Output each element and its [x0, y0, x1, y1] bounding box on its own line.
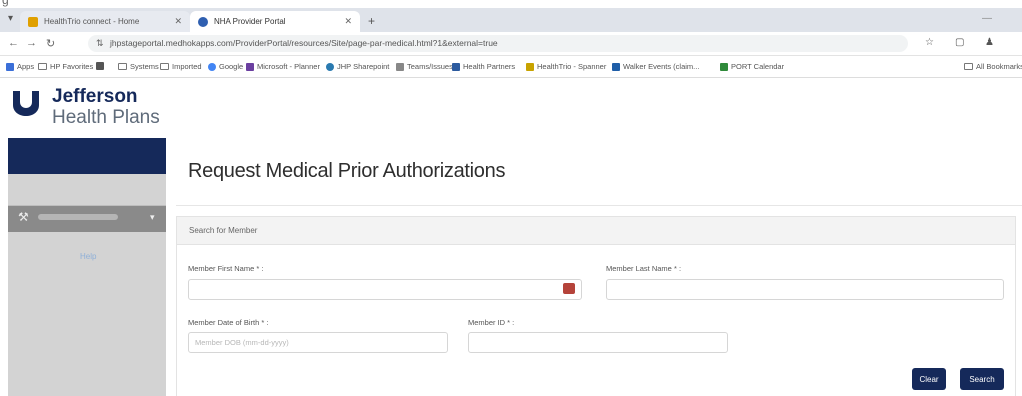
- tab-title: HealthTrio connect - Home: [44, 17, 140, 26]
- health-partners-icon: [452, 62, 460, 71]
- sidebar: ⚒ ▾ Help: [8, 138, 166, 396]
- bookmark-port-calendar[interactable]: PORT Calendar: [720, 62, 784, 71]
- browser-toolbar: ← → ↻ ⇅ jhpstageportal.medhokapps.com/Pr…: [0, 32, 1022, 56]
- calendar-icon: [720, 62, 728, 71]
- google-icon: [208, 62, 216, 71]
- bookmark-google[interactable]: Google: [208, 62, 243, 71]
- bookmark-sharepoint[interactable]: JHP Sharepoint: [326, 62, 389, 71]
- bookmark-imported[interactable]: Imported: [160, 62, 202, 71]
- bookmark-systems[interactable]: Systems: [118, 62, 159, 71]
- panel-header: Search for Member: [177, 217, 1015, 245]
- folder-icon: [118, 63, 127, 70]
- bookmark-apps[interactable]: Apps: [6, 62, 34, 71]
- star-icon[interactable]: ☆: [925, 37, 934, 48]
- close-icon[interactable]: ✕: [344, 16, 352, 27]
- bookmark-teams[interactable]: Teams/Issues: [396, 62, 453, 71]
- grid-icon: [96, 62, 104, 70]
- healthtrio-icon: [526, 62, 534, 71]
- search-member-panel: Search for Member: [176, 216, 1016, 396]
- new-tab-button[interactable]: +: [368, 14, 375, 28]
- password-manager-icon[interactable]: [563, 283, 575, 294]
- minimize-icon[interactable]: —: [982, 13, 992, 24]
- back-icon[interactable]: ←: [8, 37, 19, 49]
- member-id-input[interactable]: [468, 332, 728, 353]
- brand-subtitle: Health Plans: [52, 107, 160, 128]
- search-button[interactable]: Search: [960, 368, 1004, 390]
- portal-favicon: [198, 16, 208, 27]
- site-info-icon[interactable]: ⇅: [96, 38, 104, 49]
- extensions-icon[interactable]: ▢: [955, 37, 964, 48]
- reload-icon[interactable]: ↻: [46, 37, 55, 50]
- sharepoint-icon: [326, 62, 334, 71]
- dob-label: Member Date of Birth * :: [188, 318, 269, 327]
- bookmark-health-partners[interactable]: Health Partners: [452, 62, 515, 71]
- tab-search-icon[interactable]: ▾: [8, 13, 13, 24]
- first-name-input[interactable]: [188, 279, 582, 300]
- jefferson-logo-icon: [13, 91, 39, 116]
- help-link[interactable]: Help: [80, 252, 96, 261]
- dob-input[interactable]: [188, 332, 448, 353]
- user-menu[interactable]: ⚒ ▾: [8, 206, 166, 232]
- healthtrio-favicon: [28, 16, 38, 27]
- close-icon[interactable]: ✕: [174, 16, 182, 27]
- jefferson-logo[interactable]: Jefferson Health Plans: [10, 84, 170, 132]
- bookmark-all[interactable]: All Bookmarks: [964, 62, 1022, 71]
- brand-name: Jefferson: [52, 86, 138, 107]
- page-header: Request Medical Prior Authorizations: [176, 138, 1022, 206]
- last-name-input[interactable]: [606, 279, 1004, 300]
- chevron-down-icon: ▾: [150, 212, 155, 222]
- forward-icon[interactable]: →: [26, 37, 37, 49]
- sidebar-header-band: [8, 138, 166, 174]
- tab-healthtrio[interactable]: HealthTrio connect - Home ✕: [20, 11, 190, 32]
- wrench-icon: ⚒: [18, 210, 29, 224]
- first-name-label: Member First Name * :: [188, 264, 264, 273]
- bookmark-hp-favorites[interactable]: HP Favorites: [38, 62, 93, 71]
- walker-icon: [612, 62, 620, 71]
- user-name-blurred: [38, 214, 118, 220]
- window-title-fragment: g: [2, 0, 9, 7]
- profile-icon[interactable]: ♟: [985, 37, 994, 48]
- page-title: Request Medical Prior Authorizations: [188, 160, 506, 182]
- last-name-label: Member Last Name * :: [606, 264, 682, 273]
- clear-button[interactable]: Clear: [912, 368, 946, 390]
- tab-provider-portal[interactable]: NHA Provider Portal ✕: [190, 11, 360, 32]
- bookmark-planner[interactable]: Microsoft - Planner: [246, 62, 320, 71]
- apps-icon: [6, 62, 14, 71]
- window-top-band: g: [0, 0, 1022, 8]
- bookmark-healthtrio[interactable]: HealthTrio - Spanner: [526, 62, 606, 71]
- bookmark-walker-events[interactable]: Walker Events (claim...: [612, 62, 699, 71]
- bookmarks-bar: Apps HP Favorites Systems Imported Googl…: [0, 56, 1022, 78]
- panel-title: Search for Member: [189, 226, 258, 235]
- teams-icon: [396, 62, 404, 71]
- planner-icon: [246, 62, 254, 71]
- tab-title: NHA Provider Portal: [214, 17, 286, 26]
- member-id-label: Member ID * :: [468, 318, 515, 327]
- address-bar[interactable]: ⇅ jhpstageportal.medhokapps.com/Provider…: [88, 35, 908, 52]
- browser-tab-strip: ▾ HealthTrio connect - Home ✕ NHA Provid…: [0, 8, 1022, 32]
- folder-icon: [38, 63, 47, 70]
- url-text: jhpstageportal.medhokapps.com/ProviderPo…: [110, 38, 498, 48]
- folder-icon: [160, 63, 169, 70]
- bookmark-grid[interactable]: [96, 62, 104, 70]
- folder-icon: [964, 63, 973, 70]
